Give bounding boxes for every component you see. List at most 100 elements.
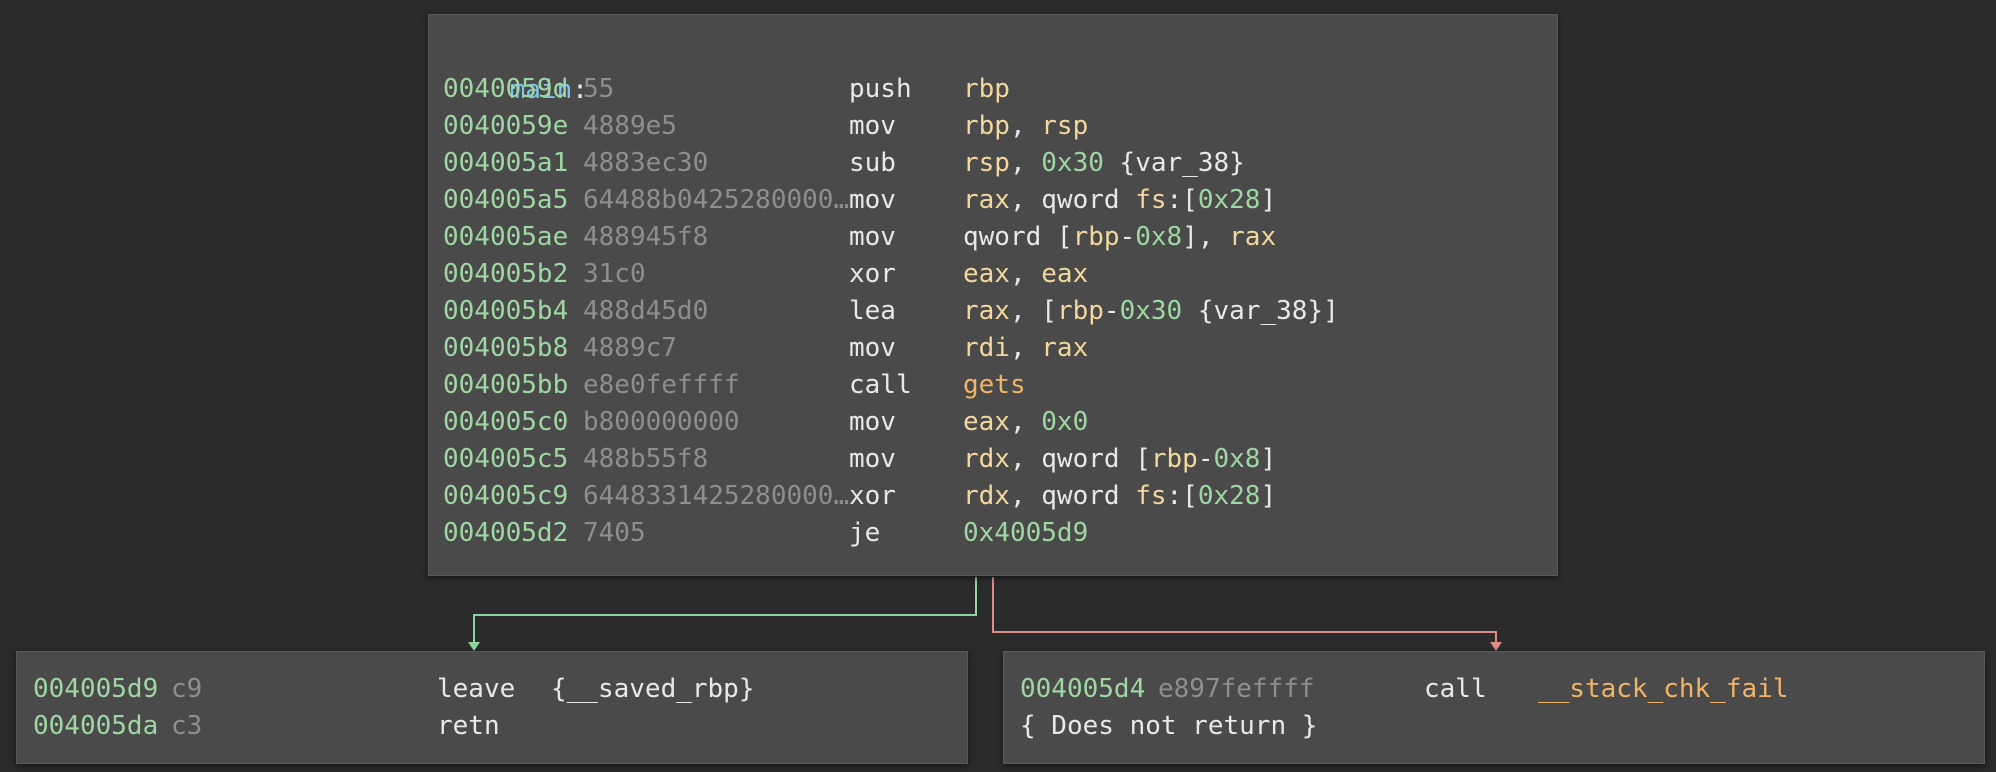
register-token[interactable]: rbp [1057,296,1104,326]
instruction-address[interactable]: 004005c9 [443,478,568,515]
instruction-address[interactable]: 004005a5 [443,182,568,219]
number-token[interactable]: 0x28 [1198,481,1261,511]
instruction-address[interactable]: 004005d9 [33,671,158,708]
register-token[interactable]: rsp [963,148,1010,178]
register-token[interactable]: rax [963,185,1010,215]
instruction-mnemonic[interactable]: lea [849,293,896,330]
instruction-operands[interactable]: eax, 0x0 [963,404,1088,441]
register-token[interactable]: rbp [963,111,1010,141]
register-token[interactable]: rdi [963,333,1010,363]
instruction-address[interactable]: 004005c5 [443,441,568,478]
instruction-operands[interactable]: qword [rbp-0x8], rax [963,219,1276,256]
register-token[interactable]: rax [1041,333,1088,363]
register-token[interactable]: rax [963,296,1010,326]
instruction-mnemonic[interactable]: mov [849,182,896,219]
symbol-token[interactable]: __stack_chk_fail [1538,674,1788,704]
register-token[interactable]: rdx [963,481,1010,511]
register-token[interactable]: rbp [963,74,1010,104]
instruction-address[interactable]: 004005d2 [443,515,568,552]
instruction-address[interactable]: 004005bb [443,367,568,404]
instruction-row[interactable]: 004005c9 6448331425280000… xor rdx, qword f… [429,478,1557,515]
instruction-row[interactable]: 004005c5 488b55f8 mov rdx, qword [rbp-0x8] [429,441,1557,478]
instruction-address[interactable]: 0040059d [443,71,568,108]
instruction-operands[interactable]: rdx, qword [rbp-0x8] [963,441,1276,478]
instruction-mnemonic[interactable]: mov [849,330,896,367]
no-return-note: { Does not return } [1020,711,1318,741]
basic-block-main[interactable]: main: 0040059d 55 push rbp 0040059e 4889e5 mov… [428,14,1558,576]
edge-true-branch [473,577,977,643]
instruction-address[interactable]: 004005b8 [443,330,568,367]
instruction-row[interactable]: 004005d2 7405 je 0x4005d9 [429,515,1557,552]
instruction-operands[interactable]: rdx, qword fs:[0x28] [963,478,1276,515]
instruction-row[interactable]: 004005a5 64488b0425280000… mov rax, qword f… [429,182,1557,219]
register-token[interactable]: eax [963,259,1010,289]
instruction-address[interactable]: 004005c0 [443,404,568,441]
instruction-row[interactable]: 004005b2 31c0 xor eax, eax [429,256,1557,293]
instruction-address[interactable]: 004005b4 [443,293,568,330]
instruction-row[interactable]: 004005da c3 retn [17,708,967,745]
instruction-operands[interactable]: rbp [963,71,1010,108]
instruction-row[interactable]: 004005b8 4889c7 mov rdi, rax [429,330,1557,367]
instruction-row[interactable]: 004005b4 488d45d0 lea rax, [rbp-0x30 {var_3… [429,293,1557,330]
register-token[interactable]: rbp [1151,444,1198,474]
instruction-row[interactable]: 004005bb e8e0feffff call gets [429,367,1557,404]
operand-text: {var_38} [1103,148,1245,178]
instruction-operands[interactable]: gets [963,367,1026,404]
instruction-address[interactable]: 004005da [33,708,158,745]
instruction-mnemonic[interactable]: xor [849,256,896,293]
instruction-mnemonic[interactable]: push [849,71,912,108]
basic-block-stack-fail[interactable]: 004005d4 e897feffff call __stack_chk_fail {… [1003,651,1985,764]
instruction-row[interactable]: 004005d9 c9 leave {__saved_rbp} [17,671,967,708]
instruction-address[interactable]: 004005ae [443,219,568,256]
register-token[interactable]: eax [963,407,1010,437]
instruction-row[interactable]: 004005d4 e897feffff call __stack_chk_fail [1004,671,1984,708]
register-token[interactable]: fs [1135,185,1166,215]
register-token[interactable]: rbp [1073,222,1120,252]
instruction-operands[interactable]: rbp, rsp [963,108,1088,145]
instruction-mnemonic[interactable]: call [849,367,912,404]
instruction-operands[interactable]: eax, eax [963,256,1088,293]
number-token[interactable]: 0x30 [1041,148,1104,178]
register-token[interactable]: rax [1229,222,1276,252]
instruction-mnemonic[interactable]: mov [849,108,896,145]
instruction-row[interactable]: 004005c0 b800000000 mov eax, 0x0 [429,404,1557,441]
number-token[interactable]: 0x30 [1120,296,1183,326]
instruction-mnemonic[interactable]: sub [849,145,896,182]
instruction-operands[interactable]: rdi, rax [963,330,1088,367]
instruction-mnemonic[interactable]: mov [849,219,896,256]
symbol-token[interactable]: gets [963,370,1026,400]
instruction-bytes: e8e0feffff [583,370,740,400]
instruction-operands[interactable]: {__saved_rbp} [551,671,755,708]
instruction-operands[interactable]: 0x4005d9 [963,515,1088,552]
instruction-mnemonic[interactable]: xor [849,478,896,515]
number-token[interactable]: 0x4005d9 [963,518,1088,548]
operand-text: , [1009,407,1042,437]
instruction-mnemonic[interactable]: call [1424,671,1487,708]
instruction-operands[interactable]: rax, qword fs:[0x28] [963,182,1276,219]
instruction-address[interactable]: 004005b2 [443,256,568,293]
instruction-operands[interactable]: rax, [rbp-0x30 {var_38}] [963,293,1339,330]
instruction-row[interactable]: 0040059e 4889e5 mov rbp, rsp [429,108,1557,145]
number-token[interactable]: 0x8 [1135,222,1182,252]
basic-block-return[interactable]: 004005d9 c9 leave {__saved_rbp} 004005da c3 re… [16,651,968,764]
instruction-mnemonic[interactable]: retn [437,708,500,745]
register-token[interactable]: eax [1041,259,1088,289]
instruction-address[interactable]: 004005d4 [1020,671,1145,708]
instruction-operands[interactable]: rsp, 0x30 {var_38} [963,145,1245,182]
instruction-row[interactable]: 004005a1 4883ec30 sub rsp, 0x30 {var_38} [429,145,1557,182]
register-token[interactable]: fs [1135,481,1166,511]
instruction-row[interactable]: 0040059d 55 push rbp [429,71,1557,108]
number-token[interactable]: 0x28 [1198,185,1261,215]
register-token[interactable]: rdx [963,444,1010,474]
instruction-operands[interactable]: __stack_chk_fail [1538,671,1788,708]
number-token[interactable]: 0x0 [1041,407,1088,437]
instruction-address[interactable]: 0040059e [443,108,568,145]
instruction-mnemonic[interactable]: leave [437,671,515,708]
instruction-mnemonic[interactable]: je [849,515,880,552]
instruction-row[interactable]: 004005ae 488945f8 mov qword [rbp-0x8], rax [429,219,1557,256]
instruction-mnemonic[interactable]: mov [849,441,896,478]
number-token[interactable]: 0x8 [1213,444,1260,474]
instruction-mnemonic[interactable]: mov [849,404,896,441]
instruction-address[interactable]: 004005a1 [443,145,568,182]
register-token[interactable]: rsp [1041,111,1088,141]
